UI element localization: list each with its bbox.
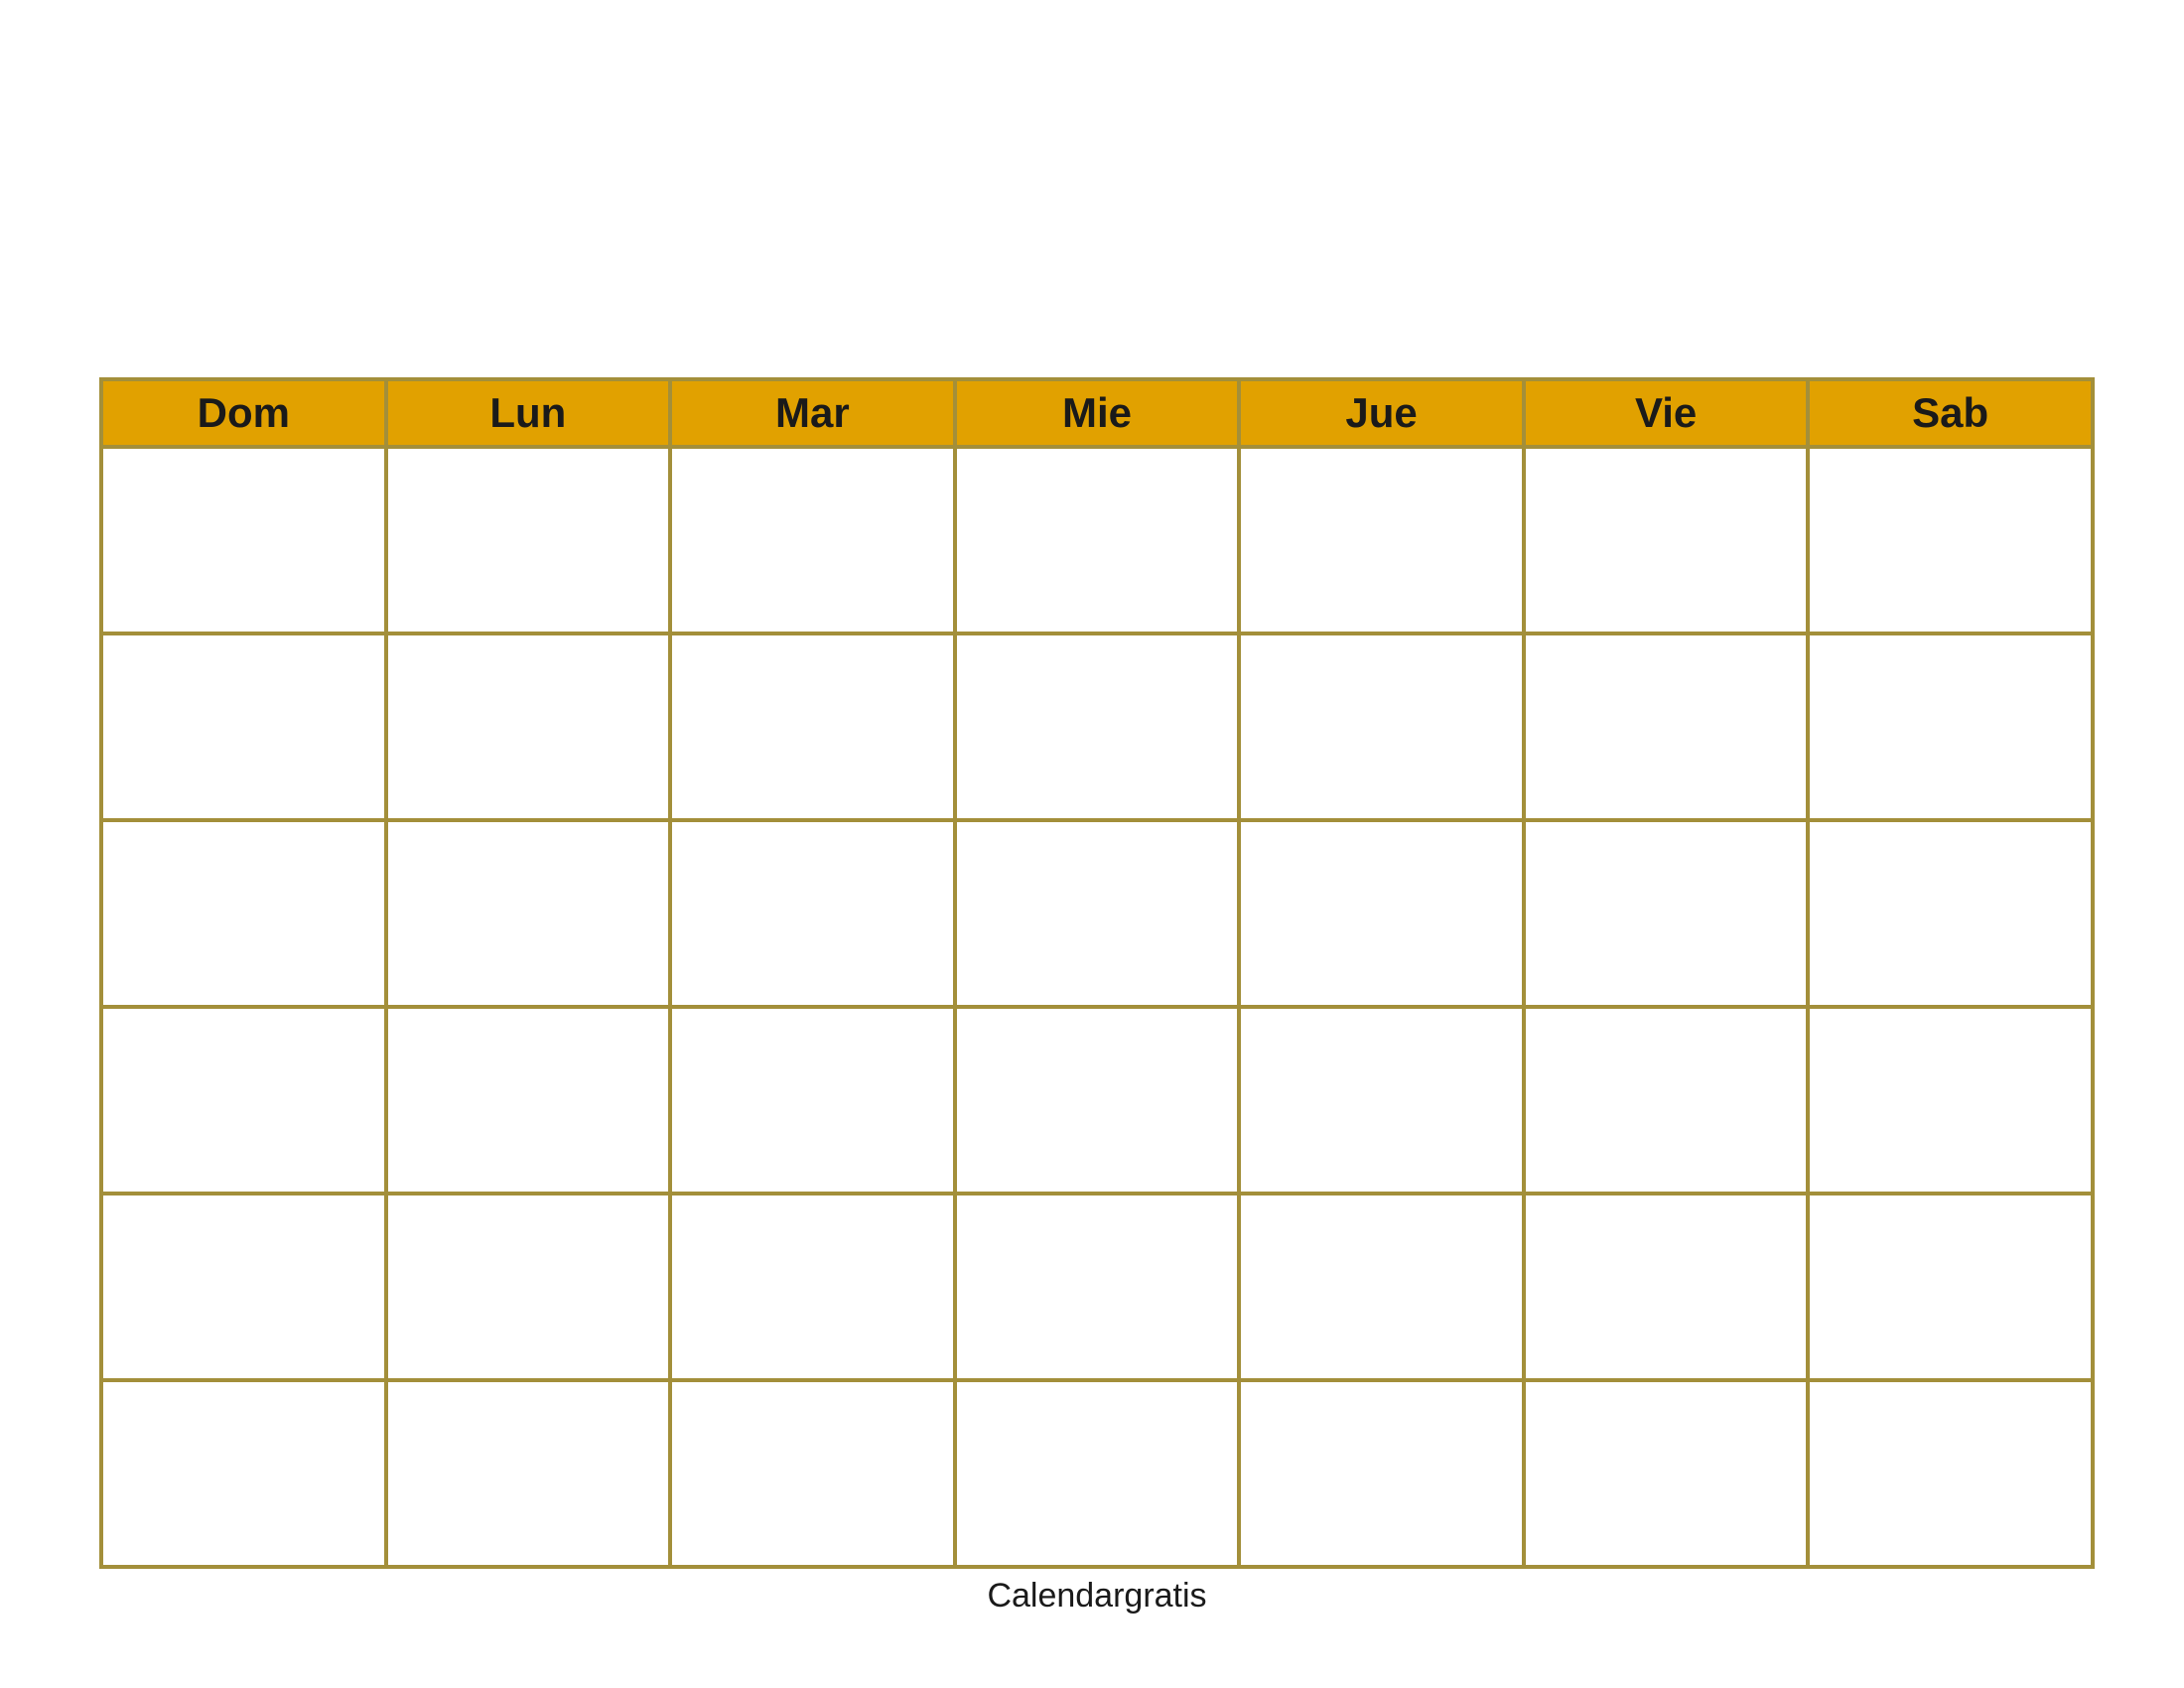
calendar-cell xyxy=(955,820,1240,1007)
calendar-cell xyxy=(955,1380,1240,1567)
calendar-body xyxy=(101,447,2093,1567)
calendar-cell xyxy=(1808,820,2093,1007)
calendar-cell xyxy=(386,1194,671,1380)
calendar-cell xyxy=(1524,633,1809,820)
calendar-row xyxy=(101,447,2093,633)
calendar-row xyxy=(101,820,2093,1007)
calendar-cell xyxy=(1524,1380,1809,1567)
calendar-cell xyxy=(1808,1380,2093,1567)
calendar-cell xyxy=(101,447,386,633)
calendar-cell xyxy=(670,1194,955,1380)
footer-credit: Calendargratis xyxy=(99,1577,2095,1616)
calendar-table: Dom Lun Mar Mie Jue Vie Sab xyxy=(99,377,2095,1569)
calendar-cell xyxy=(955,1194,1240,1380)
calendar-row xyxy=(101,1007,2093,1194)
calendar-cell xyxy=(1239,447,1524,633)
calendar-cell xyxy=(101,1007,386,1194)
calendar-cell xyxy=(955,1007,1240,1194)
calendar-cell xyxy=(670,633,955,820)
calendar-cell xyxy=(386,820,671,1007)
calendar-cell xyxy=(1808,1007,2093,1194)
calendar-cell xyxy=(386,1007,671,1194)
day-header-mie: Mie xyxy=(955,379,1240,447)
calendar-header-row: Dom Lun Mar Mie Jue Vie Sab xyxy=(101,379,2093,447)
calendar-cell xyxy=(1524,820,1809,1007)
calendar-cell xyxy=(1524,1194,1809,1380)
calendar-row xyxy=(101,633,2093,820)
calendar-cell xyxy=(101,1380,386,1567)
calendar-cell xyxy=(386,447,671,633)
day-header-sab: Sab xyxy=(1808,379,2093,447)
calendar-cell xyxy=(670,820,955,1007)
calendar-cell xyxy=(1239,1194,1524,1380)
calendar-cell xyxy=(1524,447,1809,633)
calendar-cell xyxy=(1239,1380,1524,1567)
calendar-cell xyxy=(101,820,386,1007)
calendar-cell xyxy=(670,1007,955,1194)
calendar-cell xyxy=(1808,633,2093,820)
day-header-vie: Vie xyxy=(1524,379,1809,447)
calendar-cell xyxy=(670,447,955,633)
calendar-cell xyxy=(101,1194,386,1380)
calendar-cell xyxy=(1808,447,2093,633)
calendar-cell xyxy=(386,633,671,820)
day-header-jue: Jue xyxy=(1239,379,1524,447)
calendar-row xyxy=(101,1380,2093,1567)
calendar-cell xyxy=(386,1380,671,1567)
calendar-cell xyxy=(1524,1007,1809,1194)
calendar-page: Dom Lun Mar Mie Jue Vie Sab xyxy=(99,377,2095,1616)
day-header-lun: Lun xyxy=(386,379,671,447)
calendar-cell xyxy=(955,633,1240,820)
calendar-cell xyxy=(1239,633,1524,820)
calendar-cell xyxy=(955,447,1240,633)
calendar-cell xyxy=(101,633,386,820)
calendar-cell xyxy=(1808,1194,2093,1380)
day-header-mar: Mar xyxy=(670,379,955,447)
calendar-row xyxy=(101,1194,2093,1380)
day-header-dom: Dom xyxy=(101,379,386,447)
calendar-cell xyxy=(670,1380,955,1567)
calendar-cell xyxy=(1239,820,1524,1007)
calendar-cell xyxy=(1239,1007,1524,1194)
